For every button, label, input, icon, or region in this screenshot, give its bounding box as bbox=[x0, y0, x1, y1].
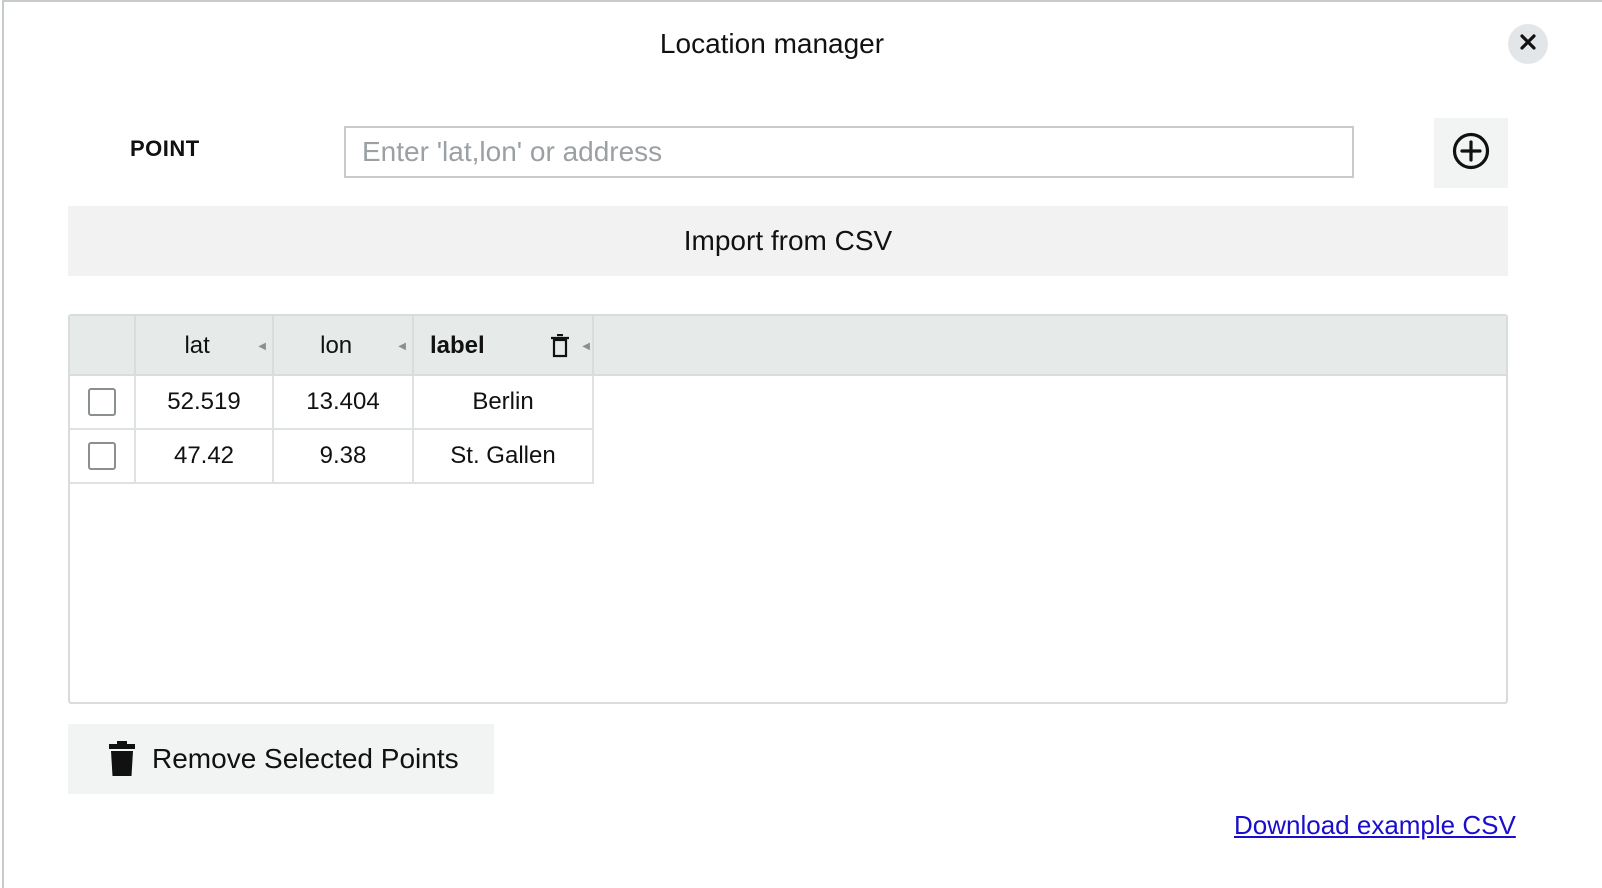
cell-label: St. Gallen bbox=[414, 430, 594, 482]
point-label: POINT bbox=[130, 136, 200, 161]
plus-circle-icon bbox=[1451, 131, 1491, 176]
table-row: 52.519 13.404 Berlin bbox=[70, 376, 594, 430]
trash-icon bbox=[108, 741, 136, 777]
cell-label: Berlin bbox=[414, 376, 594, 428]
dialog-title: Location manager bbox=[659, 28, 885, 59]
cell-lon: 13.404 bbox=[274, 376, 414, 428]
table-header: lat ◀ lon ◀ label ◀ bbox=[70, 316, 1506, 376]
location-manager-dialog: Location manager POINT Import from CSV l… bbox=[2, 0, 1602, 888]
row-checkbox[interactable] bbox=[88, 388, 116, 416]
add-point-button[interactable] bbox=[1434, 118, 1508, 188]
column-header-lat-label: lat bbox=[184, 332, 210, 359]
close-icon bbox=[1518, 32, 1538, 57]
sort-arrow-icon[interactable]: ◀ bbox=[582, 341, 590, 352]
import-csv-label: Import from CSV bbox=[683, 225, 893, 256]
column-header-label[interactable]: label ◀ bbox=[414, 316, 594, 376]
cell-lat: 52.519 bbox=[136, 376, 274, 428]
column-header-lat[interactable]: lat ◀ bbox=[136, 316, 274, 376]
cell-lon: 9.38 bbox=[274, 430, 414, 482]
sort-arrow-icon[interactable]: ◀ bbox=[398, 341, 406, 352]
point-input[interactable] bbox=[344, 126, 1354, 178]
table-row: 47.42 9.38 St. Gallen bbox=[70, 430, 594, 484]
column-header-lon[interactable]: lon ◀ bbox=[274, 316, 414, 376]
row-select-cell bbox=[70, 376, 136, 428]
close-button[interactable] bbox=[1508, 24, 1548, 64]
download-example-csv-link[interactable]: Download example CSV bbox=[1234, 810, 1516, 841]
row-checkbox[interactable] bbox=[88, 442, 116, 470]
locations-table: lat ◀ lon ◀ label ◀ 52.519 13.404 Berlin… bbox=[68, 314, 1508, 704]
import-csv-button[interactable]: Import from CSV bbox=[68, 206, 1508, 276]
column-header-label-label: label bbox=[430, 332, 485, 359]
cell-lat: 47.42 bbox=[136, 430, 274, 482]
remove-selected-button[interactable]: Remove Selected Points bbox=[68, 724, 494, 794]
sort-arrow-icon[interactable]: ◀ bbox=[258, 341, 266, 352]
remove-selected-label: Remove Selected Points bbox=[152, 743, 459, 774]
row-select-cell bbox=[70, 430, 136, 482]
column-header-lon-label: lon bbox=[320, 332, 353, 359]
header-select-cell bbox=[70, 316, 136, 376]
trash-icon[interactable] bbox=[550, 334, 570, 358]
